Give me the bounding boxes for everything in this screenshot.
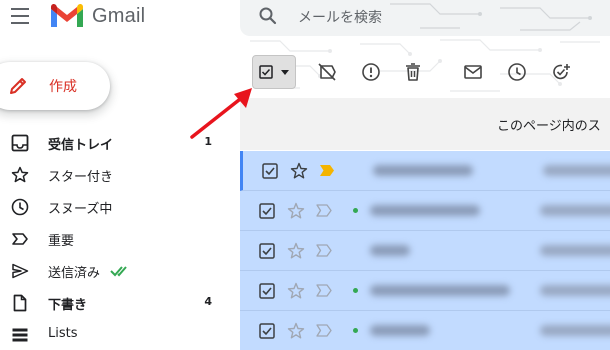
unread-dot — [353, 328, 358, 333]
gmail-logo-icon — [51, 3, 83, 27]
sidebar-item-label: 受信トレイ — [48, 138, 114, 153]
sidebar-item-lists[interactable]: Lists — [0, 319, 240, 350]
sidebar-nav: 受信トレイ 1 スター付き スヌーズ中 重要 送信済み 下書き 4 Lists — [0, 127, 240, 350]
inbox-icon — [11, 134, 29, 152]
sidebar-item-starred[interactable]: スター付き — [0, 159, 240, 191]
draft-icon — [13, 294, 27, 312]
important-outline-icon[interactable] — [316, 204, 332, 217]
subject-redacted — [540, 325, 610, 336]
row-checkbox-checked-icon[interactable] — [259, 243, 275, 259]
sidebar-item-label: Lists — [48, 326, 78, 341]
gmail-window: Gmail 作成 受信トレイ 1 スター付き スヌーズ中 重要 送信済み 下書き… — [0, 0, 610, 350]
star-icon — [11, 166, 29, 183]
list-icon — [12, 328, 28, 342]
star-outline-icon[interactable] — [287, 202, 305, 220]
sender-redacted — [370, 325, 430, 336]
sender-redacted — [370, 205, 480, 216]
select-all-dropdown-button[interactable] — [252, 55, 296, 89]
row-checkbox-checked-icon[interactable] — [262, 163, 278, 179]
selection-notice-text: このページ内のス — [497, 119, 601, 134]
row-checkbox-checked-icon[interactable] — [259, 283, 275, 299]
not-spam-icon[interactable] — [316, 61, 338, 83]
table-row[interactable] — [240, 311, 610, 350]
sender-redacted — [370, 285, 510, 296]
pencil-icon — [10, 78, 26, 94]
sidebar-item-label: スヌーズ中 — [48, 202, 113, 217]
sidebar-item-label: 重要 — [48, 234, 75, 249]
email-list — [240, 151, 610, 350]
clock-icon — [11, 198, 29, 216]
delete-icon[interactable] — [402, 61, 424, 83]
important-marker-icon[interactable] — [319, 164, 335, 177]
important-outline-icon[interactable] — [316, 244, 332, 257]
circuit-pattern-decoration — [390, 3, 592, 31]
compose-button[interactable]: 作成 — [0, 62, 110, 110]
selection-notice-bar: このページ内のス — [240, 98, 610, 150]
sidebar-item-label: 送信済み — [48, 266, 101, 281]
unread-dot — [353, 288, 358, 293]
table-row[interactable] — [240, 191, 610, 231]
subject-redacted — [540, 285, 610, 296]
drafts-count: 4 — [204, 295, 212, 308]
report-spam-icon[interactable] — [360, 61, 382, 83]
snooze-icon[interactable] — [506, 61, 528, 83]
sidebar: Gmail 作成 受信トレイ 1 スター付き スヌーズ中 重要 送信済み 下書き… — [0, 0, 240, 350]
table-row[interactable] — [240, 271, 610, 311]
important-outline-icon[interactable] — [316, 284, 332, 297]
sidebar-item-label: 下書き — [48, 298, 88, 313]
annotation-arrow — [190, 88, 252, 139]
subject-redacted — [540, 205, 610, 216]
subject-redacted — [540, 245, 610, 256]
search-icon[interactable] — [258, 6, 278, 26]
star-outline-icon[interactable] — [290, 162, 308, 180]
star-outline-icon[interactable] — [287, 282, 305, 300]
unread-dot — [353, 208, 358, 213]
sidebar-item-snoozed[interactable]: スヌーズ中 — [0, 191, 240, 223]
send-icon — [12, 263, 29, 279]
label-important-icon — [12, 233, 28, 245]
table-row[interactable] — [240, 151, 610, 191]
checkbox-checked-icon — [259, 65, 273, 79]
chevron-down-icon — [281, 70, 289, 75]
sidebar-item-sent[interactable]: 送信済み — [0, 255, 240, 287]
compose-label: 作成 — [49, 79, 77, 95]
sender-redacted — [370, 245, 410, 256]
search-bar[interactable]: メールを検索 — [240, 0, 610, 36]
double-check-icon — [110, 266, 127, 277]
search-input[interactable]: メールを検索 — [298, 7, 382, 27]
star-outline-icon[interactable] — [287, 322, 305, 340]
star-outline-icon[interactable] — [287, 242, 305, 260]
important-outline-icon[interactable] — [316, 324, 332, 337]
row-checkbox-checked-icon[interactable] — [259, 323, 275, 339]
gmail-logo-text[interactable]: Gmail — [92, 5, 145, 28]
subject-redacted — [543, 165, 610, 176]
sidebar-item-important[interactable]: 重要 — [0, 223, 240, 255]
mark-as-read-icon[interactable] — [462, 61, 484, 83]
sidebar-item-label: スター付き — [48, 170, 114, 185]
mail-toolbar — [240, 52, 610, 92]
sidebar-item-drafts[interactable]: 下書き 4 — [0, 287, 240, 319]
table-row[interactable] — [240, 231, 610, 271]
sender-redacted — [373, 165, 473, 176]
row-checkbox-checked-icon[interactable] — [259, 203, 275, 219]
main-menu-icon[interactable] — [11, 8, 29, 24]
add-to-tasks-icon[interactable] — [550, 61, 572, 83]
